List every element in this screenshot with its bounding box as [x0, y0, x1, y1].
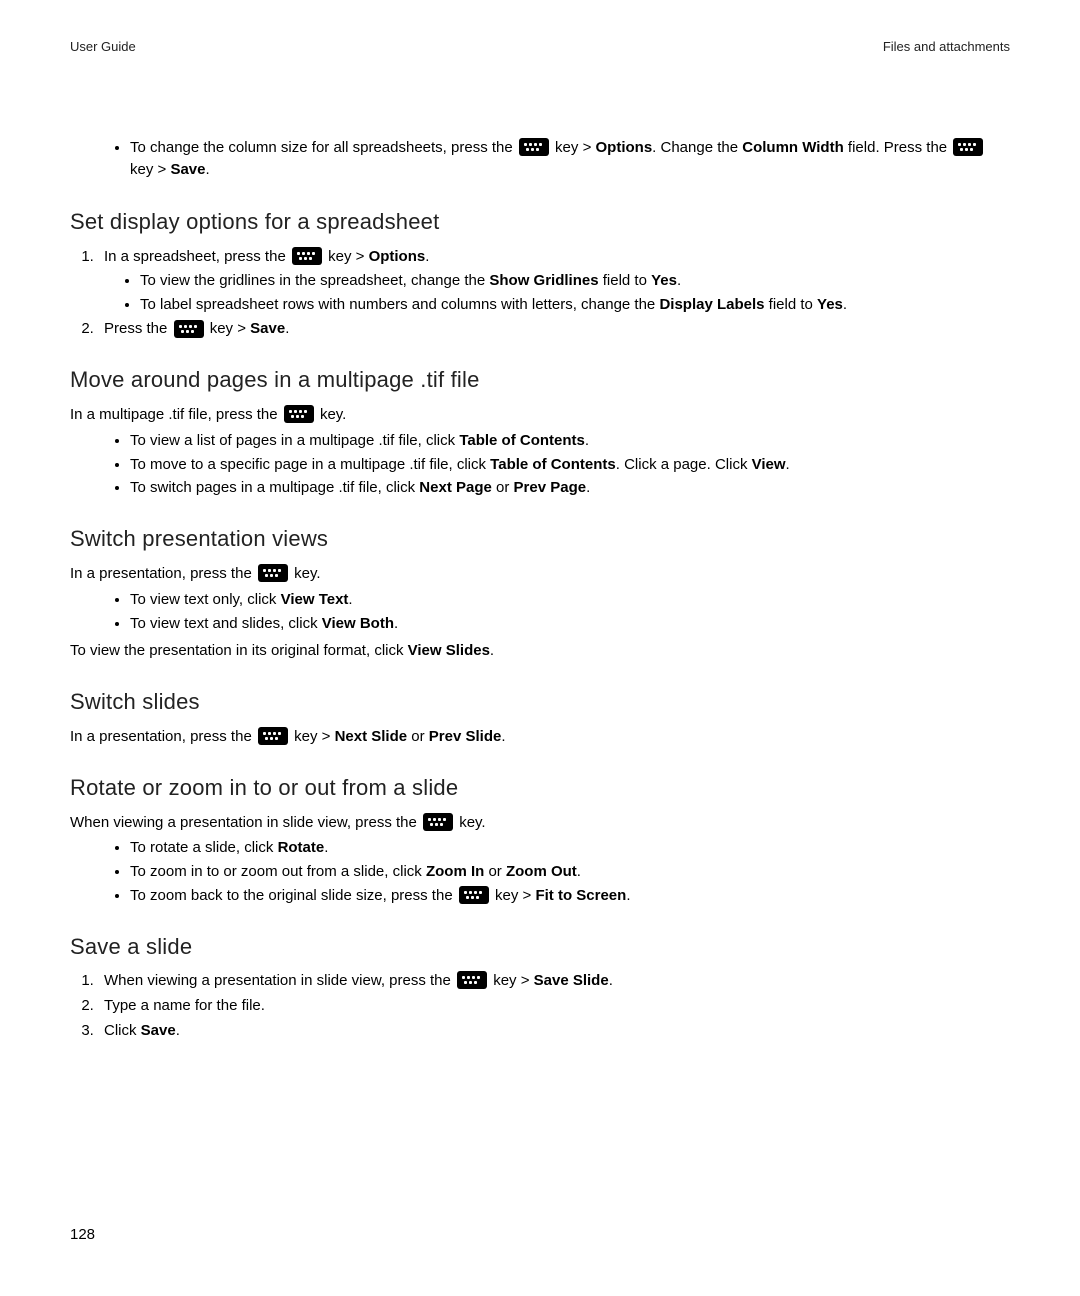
ordered-steps: When viewing a presentation in slide vie…: [70, 970, 1010, 1041]
section-title: Switch presentation views: [70, 523, 1010, 555]
menu-key-icon: [519, 138, 549, 156]
intro-bullet-list: To change the column size for all spread…: [70, 137, 1010, 181]
menu-key-icon: [174, 320, 204, 338]
paragraph: When viewing a presentation in slide vie…: [70, 812, 1010, 834]
list-item: To switch pages in a multipage .tif file…: [130, 477, 1010, 499]
menu-key-icon: [457, 971, 487, 989]
list-item: To view text and slides, click View Both…: [130, 613, 1010, 635]
menu-key-icon: [459, 886, 489, 904]
paragraph: In a presentation, press the key.: [70, 563, 1010, 585]
section-rotate-zoom: Rotate or zoom in to or out from a slide…: [70, 772, 1010, 907]
menu-key-icon: [423, 813, 453, 831]
list-item: To move to a specific page in a multipag…: [130, 454, 1010, 476]
paragraph: In a multipage .tif file, press the key.: [70, 404, 1010, 426]
list-item: Press the key > Save.: [98, 318, 1010, 340]
sub-bullets: To view the gridlines in the spreadsheet…: [104, 270, 1010, 316]
list-item: Click Save.: [98, 1020, 1010, 1042]
bullets: To view a list of pages in a multipage .…: [70, 430, 1010, 499]
paragraph: In a presentation, press the key > Next …: [70, 726, 1010, 748]
list-item: To view a list of pages in a multipage .…: [130, 430, 1010, 452]
ordered-steps: In a spreadsheet, press the key > Option…: [70, 246, 1010, 340]
section-switch-views: Switch presentation views In a presentat…: [70, 523, 1010, 662]
header-right: Files and attachments: [883, 38, 1010, 57]
section-title: Rotate or zoom in to or out from a slide: [70, 772, 1010, 804]
list-item: To zoom back to the original slide size,…: [130, 885, 1010, 907]
list-item: To view the gridlines in the spreadsheet…: [140, 270, 1010, 292]
header-left: User Guide: [70, 38, 136, 57]
section-save-slide: Save a slide When viewing a presentation…: [70, 931, 1010, 1042]
menu-key-icon: [284, 405, 314, 423]
section-set-display-options: Set display options for a spreadsheet In…: [70, 206, 1010, 340]
menu-key-icon: [953, 138, 983, 156]
bullets: To rotate a slide, click Rotate. To zoom…: [70, 837, 1010, 906]
section-title: Switch slides: [70, 686, 1010, 718]
page-number: 128: [70, 1224, 95, 1246]
list-item: When viewing a presentation in slide vie…: [98, 970, 1010, 992]
list-item: To change the column size for all spread…: [130, 137, 1010, 181]
list-item: Type a name for the file.: [98, 995, 1010, 1017]
paragraph: To view the presentation in its original…: [70, 640, 1010, 662]
section-move-tif: Move around pages in a multipage .tif fi…: [70, 364, 1010, 499]
list-item: To view text only, click View Text.: [130, 589, 1010, 611]
section-switch-slides: Switch slides In a presentation, press t…: [70, 686, 1010, 748]
list-item: In a spreadsheet, press the key > Option…: [98, 246, 1010, 315]
menu-key-icon: [258, 727, 288, 745]
section-title: Move around pages in a multipage .tif fi…: [70, 364, 1010, 396]
section-title: Save a slide: [70, 931, 1010, 963]
bullets: To view text only, click View Text. To v…: [70, 589, 1010, 635]
menu-key-icon: [258, 564, 288, 582]
list-item: To zoom in to or zoom out from a slide, …: [130, 861, 1010, 883]
list-item: To rotate a slide, click Rotate.: [130, 837, 1010, 859]
menu-key-icon: [292, 247, 322, 265]
section-title: Set display options for a spreadsheet: [70, 206, 1010, 238]
document-page: User Guide Files and attachments To chan…: [0, 0, 1080, 1296]
list-item: To label spreadsheet rows with numbers a…: [140, 294, 1010, 316]
page-header: User Guide Files and attachments: [70, 38, 1010, 57]
